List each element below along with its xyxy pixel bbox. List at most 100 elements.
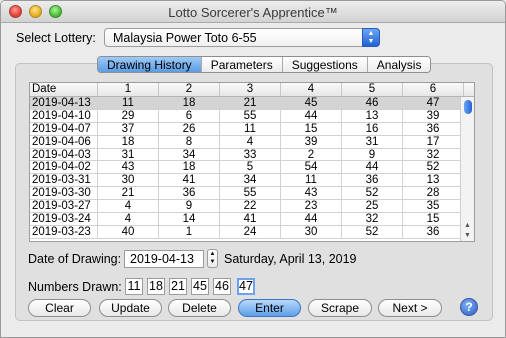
tab-suggestions[interactable]: Suggestions	[282, 57, 368, 72]
table-cell-number: 46	[342, 97, 403, 109]
column-header-3[interactable]: 3	[220, 83, 281, 96]
scrollbar-thumb[interactable]	[464, 100, 472, 114]
updown-arrows-icon: ▲ ▼	[362, 28, 380, 47]
tab-drawing-history[interactable]: Drawing History	[98, 57, 202, 72]
table-cell-number: 34	[220, 174, 281, 186]
table-cell-date: 2019-04-07	[30, 122, 98, 135]
table-cell-number: 31	[342, 135, 403, 148]
table-cell-number: 43	[281, 187, 342, 199]
delete-button[interactable]: Delete	[168, 299, 231, 317]
help-icon[interactable]: ?	[460, 298, 478, 316]
table-cell-number: 21	[220, 97, 281, 109]
enter-button[interactable]: Enter	[238, 299, 301, 317]
table-cell-number: 28	[403, 187, 464, 199]
table-cell-number: 18	[159, 97, 220, 109]
table-cell-number: 9	[342, 148, 403, 161]
window-title: Lotto Sorcerer's Apprentice™	[168, 5, 338, 20]
number-field-1[interactable]: 11	[125, 278, 143, 295]
table-row[interactable]: 2019-04-13 11 18 21 45 46 47	[30, 97, 474, 110]
table-cell-number: 11	[281, 174, 342, 186]
table-row[interactable]: 2019-03-24 4 14 41 44 32 15	[30, 213, 474, 226]
column-header-4[interactable]: 4	[281, 83, 342, 96]
table-cell-number: 16	[342, 122, 403, 135]
table-cell-number: 26	[159, 122, 220, 135]
table-cell-number: 36	[403, 225, 464, 238]
number-field-6[interactable]: 47	[237, 278, 255, 295]
table-cell-number: 39	[281, 135, 342, 148]
table-cell-number: 47	[403, 97, 464, 109]
table-row[interactable]: 2019-03-30 21 36 55 43 52 28	[30, 187, 474, 201]
table-cell-number: 15	[403, 213, 464, 225]
number-field-4[interactable]: 45	[191, 278, 209, 295]
table-cell-date: 2019-03-31	[30, 174, 98, 186]
table-cell-number: 22	[220, 200, 281, 212]
table-row[interactable]: 2019-04-03 31 34 33 2 9 32	[30, 148, 474, 162]
table-cell-number: 15	[281, 122, 342, 135]
tab-parameters[interactable]: Parameters	[201, 57, 283, 72]
table-row[interactable]: 2019-04-06 18 8 4 39 31 17	[30, 135, 474, 149]
table-cell-number: 23	[281, 200, 342, 212]
table-cell-number: 18	[98, 135, 159, 148]
table-cell-date: 2019-04-10	[30, 109, 98, 122]
table-row[interactable]: 2019-03-27 4 9 22 23 25 35	[30, 200, 474, 214]
table-cell-number: 4	[98, 200, 159, 212]
table-cell-number: 24	[220, 225, 281, 238]
number-field-5[interactable]: 46	[213, 278, 231, 295]
scroll-down-icon[interactable]: ▼	[464, 232, 471, 239]
scroll-up-icon[interactable]: ▲	[464, 222, 471, 229]
table-cell-number: 8	[159, 135, 220, 148]
table-cell-number: 4	[98, 213, 159, 225]
table-cell-number: 52	[342, 187, 403, 199]
table-cell-number: 21	[98, 187, 159, 199]
table-cell-number: 36	[159, 187, 220, 199]
number-field-3[interactable]: 21	[169, 278, 187, 295]
table-row[interactable]: 2019-04-10 29 6 55 44 13 39	[30, 109, 474, 123]
table-cell-number: 17	[403, 135, 464, 148]
table-cell-date: 2019-03-27	[30, 200, 98, 212]
table-row[interactable]: 2019-04-02 43 18 5 54 44 52	[30, 161, 474, 175]
table-cell-number: 52	[403, 161, 464, 173]
column-header-1[interactable]: 1	[98, 83, 159, 96]
table-cell-number: 44	[281, 109, 342, 122]
table-cell-number: 55	[220, 109, 281, 122]
table-row[interactable]: 2019-04-07 37 26 11 15 16 36	[30, 122, 474, 136]
table-cell-date: 2019-03-30	[30, 187, 98, 199]
table-cell-number: 37	[98, 122, 159, 135]
table-cell-number: 39	[403, 109, 464, 122]
lottery-select[interactable]: Malaysia Power Toto 6-55 ▲ ▼	[104, 28, 380, 47]
table-row[interactable]: 2019-03-23 40 1 24 30 52 36	[30, 225, 474, 239]
drawing-date-field[interactable]: 2019-04-13	[124, 250, 204, 268]
lottery-select-value: Malaysia Power Toto 6-55	[113, 31, 257, 45]
table-cell-number: 32	[342, 213, 403, 225]
table-cell-number: 18	[159, 161, 220, 173]
update-button[interactable]: Update	[99, 299, 162, 317]
column-header-6[interactable]: 6	[403, 83, 464, 96]
numbers-drawn-label: Numbers Drawn:	[28, 280, 122, 294]
table-cell-number: 33	[220, 148, 281, 161]
next-button[interactable]: Next >	[378, 299, 442, 317]
table-row[interactable]: 2019-03-31 30 41 34 11 36 13	[30, 174, 474, 188]
column-header-5[interactable]: 5	[342, 83, 403, 96]
table-cell-number: 54	[281, 161, 342, 173]
table-cell-number: 45	[281, 97, 342, 109]
date-stepper[interactable]: ▲ ▼	[207, 249, 218, 268]
drawing-history-table: Date 1 2 3 4 5 6 2019-04-13 11 18 21 45 46 47 2019-04…	[29, 82, 475, 242]
table-cell-number: 40	[98, 225, 159, 238]
table-cell-number: 43	[98, 161, 159, 173]
table-cell-number: 34	[159, 148, 220, 161]
column-header-2[interactable]: 2	[159, 83, 220, 96]
table-header: Date 1 2 3 4 5 6	[30, 83, 474, 97]
table-cell-number: 41	[159, 174, 220, 186]
table-cell-number: 41	[220, 213, 281, 225]
table-cell-number: 13	[342, 109, 403, 122]
table-cell-number: 55	[220, 187, 281, 199]
scrape-button[interactable]: Scrape	[308, 299, 372, 317]
table-cell-date: 2019-03-24	[30, 213, 98, 225]
number-field-2[interactable]: 18	[147, 278, 165, 295]
vertical-scrollbar[interactable]: ▲ ▼	[460, 97, 474, 241]
table-cell-number: 6	[159, 109, 220, 122]
table-body: 2019-04-13 11 18 21 45 46 47 2019-04-10 29 6 55 44 1…	[30, 97, 474, 239]
tab-analysis[interactable]: Analysis	[367, 57, 431, 72]
clear-button[interactable]: Clear	[28, 299, 91, 317]
column-header-date[interactable]: Date	[30, 83, 98, 96]
